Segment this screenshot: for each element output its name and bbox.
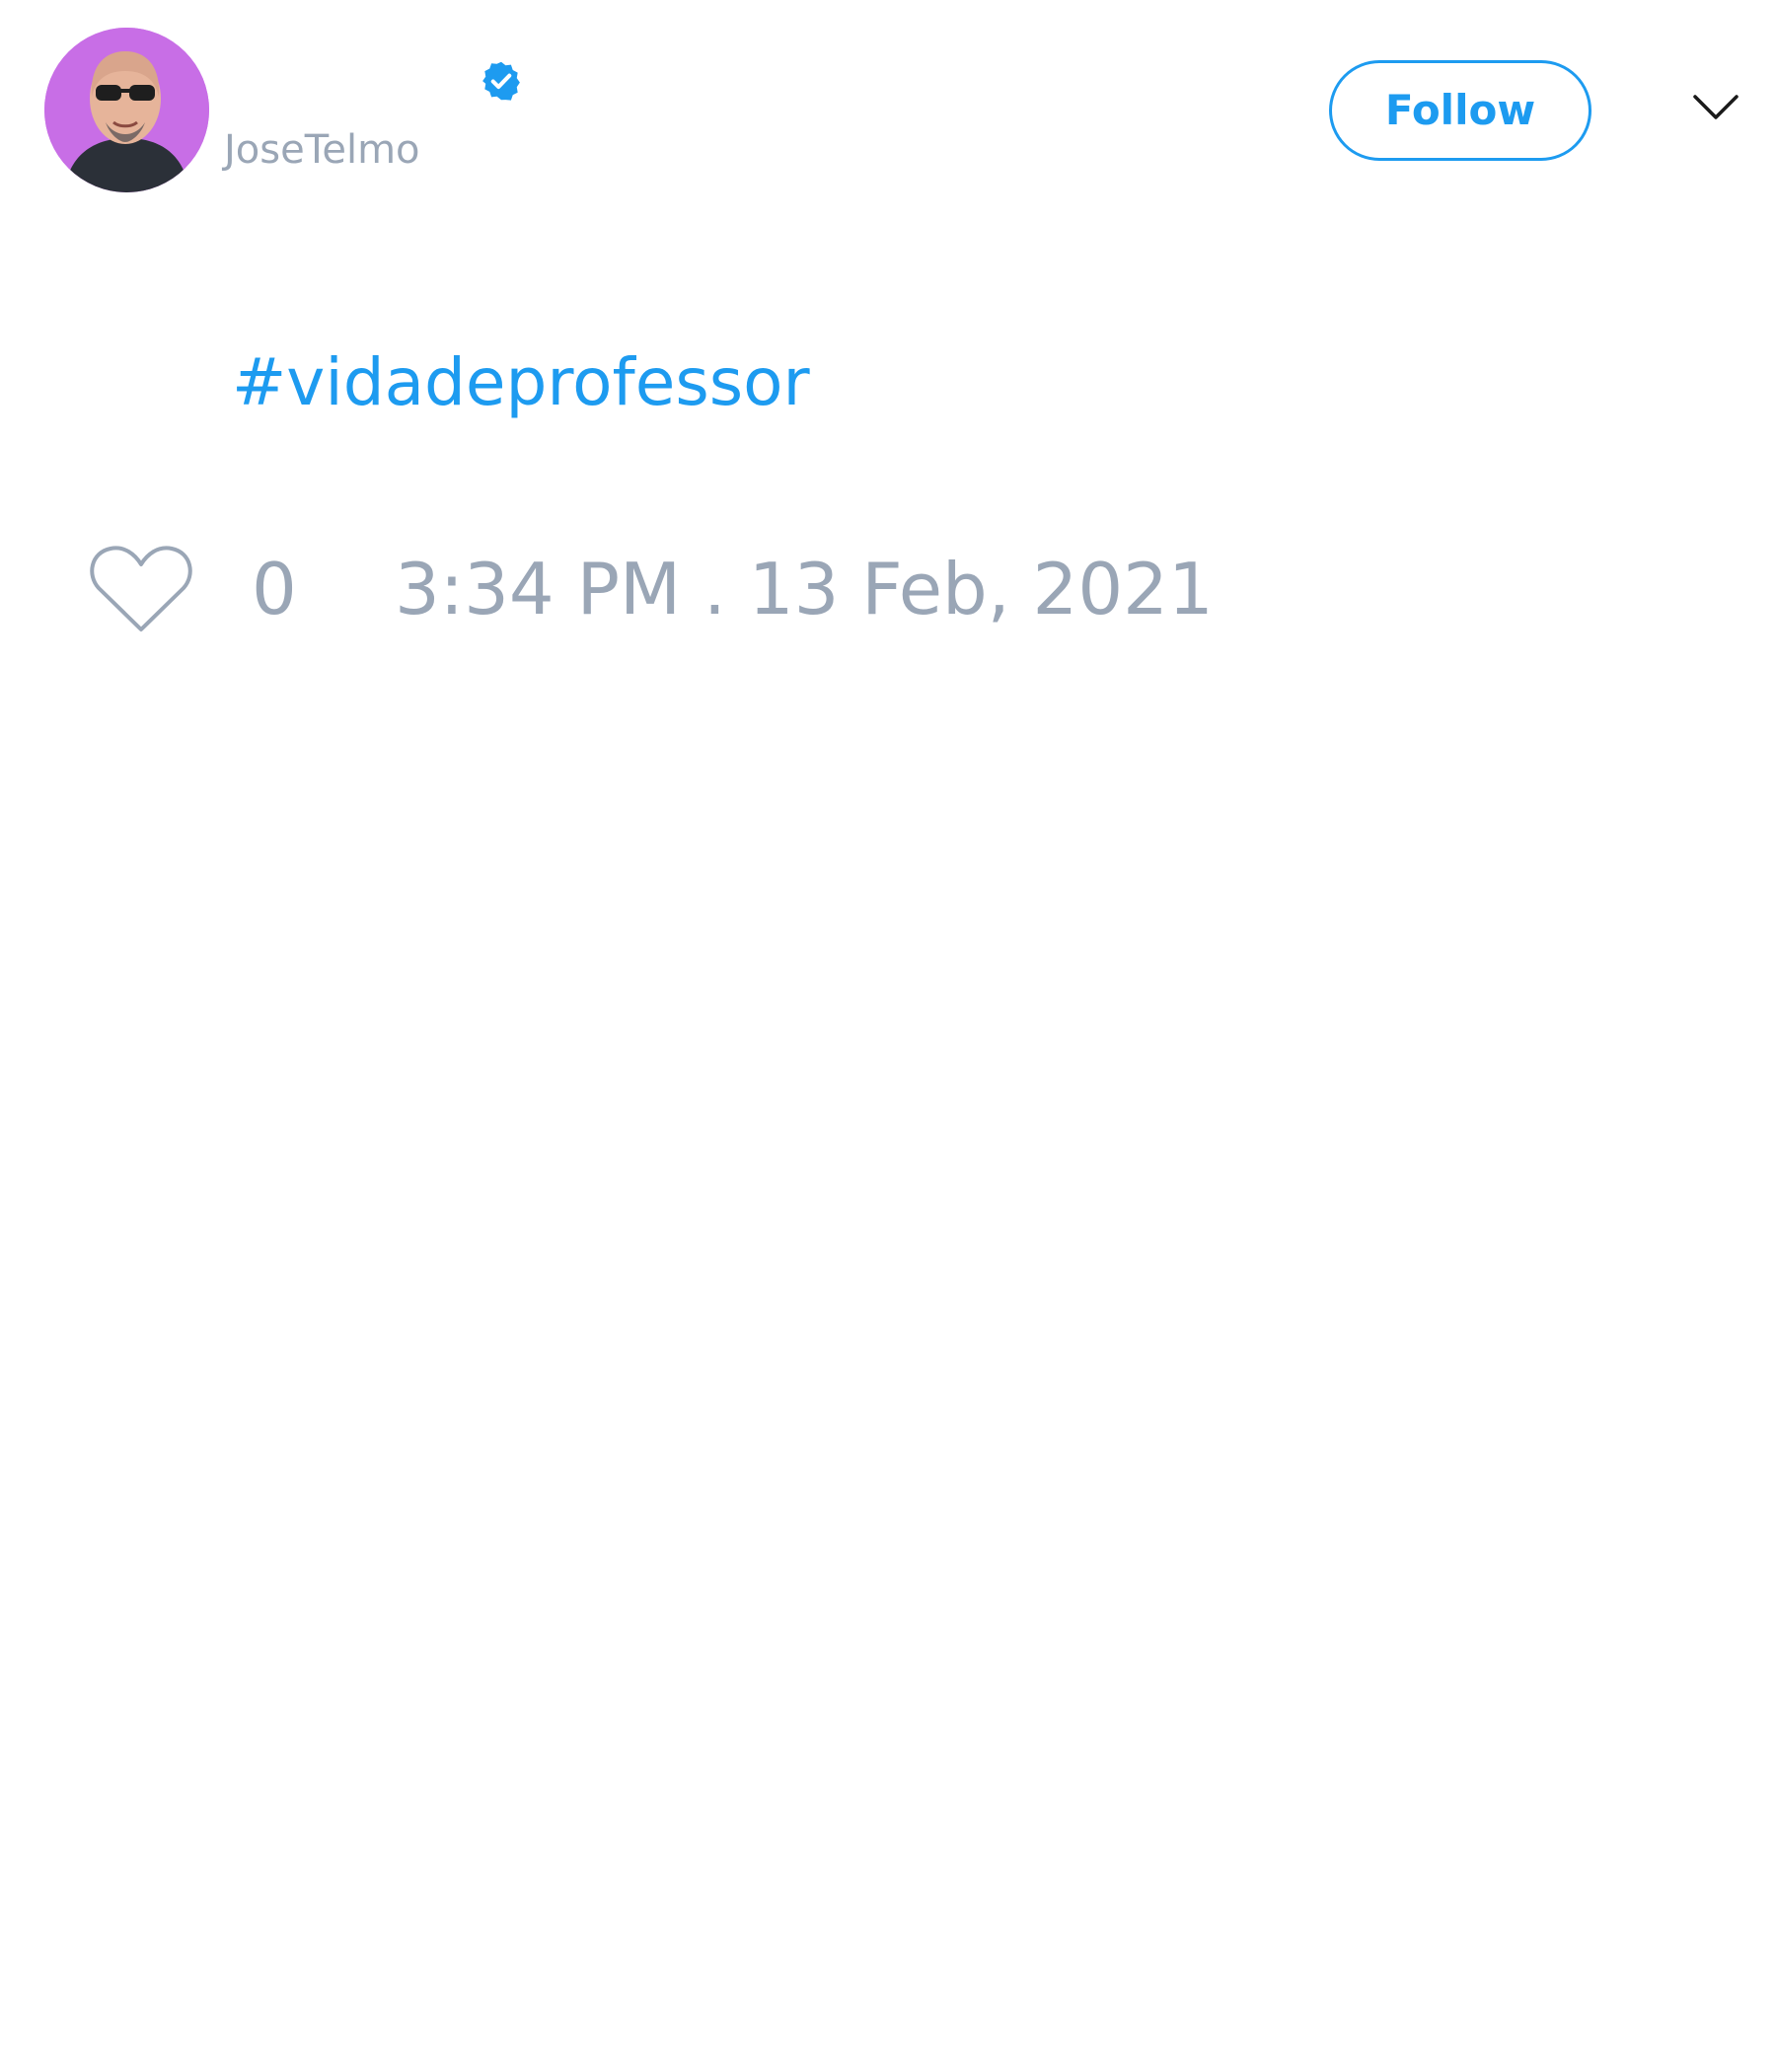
verified-badge-icon — [480, 59, 523, 103]
avatar[interactable] — [44, 28, 209, 192]
follow-button[interactable]: Follow — [1329, 60, 1591, 161]
heart-icon[interactable] — [89, 543, 193, 635]
tweet-text: #vidadeprofessor — [232, 343, 810, 422]
like-count: 0 — [252, 548, 297, 630]
avatar-image — [44, 28, 209, 192]
author-handle[interactable]: JoseTelmo — [224, 126, 420, 174]
hashtag-link[interactable]: #vidadeprofessor — [232, 344, 810, 420]
chevron-down-icon[interactable] — [1691, 91, 1740, 124]
tweet-timestamp[interactable]: 3:34 PM . 13 Feb, 2021 — [395, 548, 1214, 630]
